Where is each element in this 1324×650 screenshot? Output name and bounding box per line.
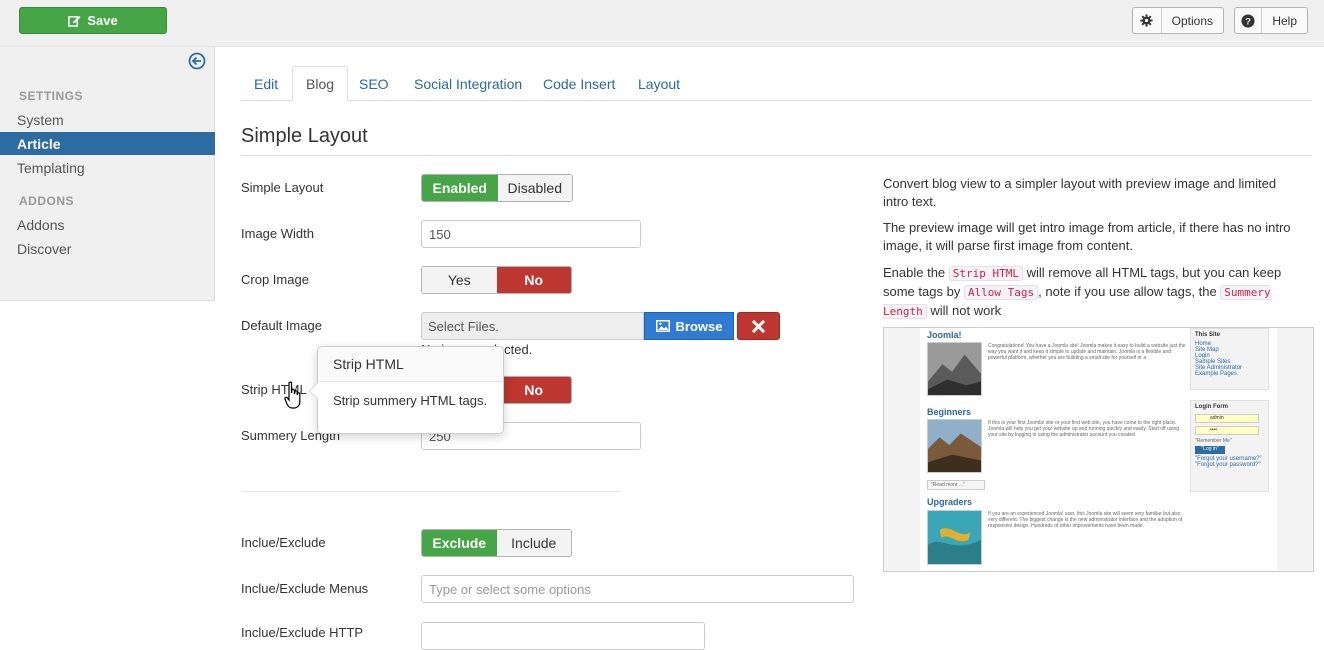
desc-text: , note if you use allow tags, the	[1038, 284, 1221, 299]
preview-username: admin	[1195, 414, 1259, 423]
tab-code-insert[interactable]: Code Insert	[530, 66, 628, 101]
default-image-label: Default Image	[241, 318, 322, 333]
preview-text-1: Congratulations! You have a Joomla site!…	[988, 343, 1186, 361]
tooltip-arrow-inner	[310, 383, 318, 399]
image-width-label: Image Width	[241, 226, 314, 241]
section-title: Simple Layout	[241, 125, 368, 147]
form-divider	[241, 491, 621, 492]
disabled-option[interactable]: Disabled	[497, 175, 572, 201]
preview-this-site-title: This Site	[1195, 332, 1221, 338]
help-label: Help	[1272, 13, 1297, 28]
include-exclude-http-label: Inclue/Exclude HTTP	[241, 625, 364, 640]
preview-remember: "Remember Me"	[1195, 438, 1232, 444]
yes-option[interactable]: Yes	[422, 267, 497, 293]
exclude-option[interactable]: Exclude	[422, 530, 497, 556]
preview-read-more: "Read more ..."	[927, 480, 985, 490]
edit-icon	[68, 15, 81, 27]
tab-edit[interactable]: Edit	[241, 66, 291, 101]
preview-photo-2	[927, 419, 982, 473]
clear-image-button[interactable]	[737, 312, 780, 340]
no-option[interactable]: No	[496, 267, 571, 293]
preview-heading-beginners: Beginners	[927, 407, 972, 417]
layout-preview-image: Joomla! Congratulations! You have a Joom…	[883, 327, 1314, 572]
include-exclude-label: Inclue/Exclude	[241, 535, 326, 550]
svg-text:?: ?	[1245, 16, 1251, 27]
tooltip-body: Strip summery HTML tags.	[333, 393, 488, 408]
no-option[interactable]: No	[496, 377, 571, 403]
preview-forgot-password: "Forgot your password?"	[1195, 462, 1261, 468]
sidebar-item-addons[interactable]: Addons	[0, 213, 215, 236]
preview-password: ••••	[1195, 426, 1259, 435]
section-divider	[241, 155, 1312, 156]
collapse-sidebar-icon[interactable]	[188, 52, 206, 70]
help-button[interactable]: ? Help	[1234, 7, 1308, 34]
preview-text-3: If you are an experienced Joomla! user, …	[988, 511, 1183, 529]
tab-layout[interactable]: Layout	[625, 66, 693, 101]
strip-html-tooltip: Strip HTML Strip summery HTML tags.	[309, 346, 504, 434]
description-paragraph-3: Enable the Strip HTML will remove all HT…	[883, 264, 1303, 321]
sidebar: SETTINGS System Article Templating ADDON…	[0, 47, 215, 301]
tab-seo[interactable]: SEO	[346, 66, 402, 101]
options-label: Options	[1171, 13, 1213, 28]
tooltip-title: Strip HTML	[318, 347, 503, 382]
desc-text: Enable the	[883, 265, 949, 280]
enabled-option[interactable]: Enabled	[422, 175, 498, 201]
sidebar-item-article[interactable]: Article	[0, 132, 215, 155]
preview-login-title: Login Form	[1195, 404, 1228, 410]
toolbar: Save Options ? Help	[0, 0, 1324, 47]
default-image-field[interactable]: Select Files.	[421, 312, 644, 340]
include-exclude-menus-select[interactable]: Type or select some options	[421, 575, 854, 603]
sidebar-item-templating[interactable]: Templating	[0, 156, 215, 179]
addons-heading: ADDONS	[19, 194, 75, 208]
tab-bar: Edit Blog SEO Social Integration Code In…	[241, 66, 1312, 102]
preview-login-box: Login Form admin •••• "Remember Me" "Log…	[1190, 400, 1269, 492]
preview-photo-3	[927, 510, 982, 565]
question-icon: ?	[1235, 8, 1263, 33]
preview-text-2: If this is your first Joomla! site or yo…	[988, 420, 1180, 438]
sidebar-item-system[interactable]: System	[0, 108, 215, 131]
browse-button[interactable]: Browse	[644, 312, 734, 340]
settings-heading: SETTINGS	[19, 89, 84, 103]
options-button[interactable]: Options	[1132, 7, 1224, 34]
include-exclude-toggle: Exclude Include	[421, 529, 572, 557]
browse-label: Browse	[675, 318, 723, 334]
preview-site-link: Example Pages	[1195, 371, 1238, 377]
tab-social-integration[interactable]: Social Integration	[401, 66, 535, 101]
save-label: Save	[87, 13, 118, 28]
code-strip-html: Strip HTML	[948, 266, 1024, 281]
preview-heading-upgraders: Upgraders	[927, 497, 973, 507]
preview-page: Joomla! Congratulations! You have a Joom…	[920, 328, 1277, 571]
description-paragraph-1: Convert blog view to a simpler layout wi…	[883, 176, 1277, 209]
preview-login-button: "Log in"	[1195, 446, 1225, 454]
hand-cursor-icon	[284, 381, 301, 409]
tab-blog[interactable]: Blog	[292, 66, 349, 102]
simple-layout-toggle: Enabled Disabled	[421, 174, 573, 202]
include-exclude-http-input[interactable]	[421, 622, 705, 650]
image-icon	[655, 320, 670, 332]
crop-image-toggle: Yes No	[421, 266, 572, 294]
desc-text: will not work	[926, 303, 1002, 318]
include-exclude-menus-label: Inclue/Exclude Menus	[241, 581, 369, 596]
preview-photo-1	[927, 342, 982, 396]
description-paragraph-2: The preview image will get intro image f…	[883, 220, 1291, 253]
sidebar-item-discover[interactable]: Discover	[0, 237, 215, 260]
preview-heading-joomla: Joomla!	[927, 330, 962, 340]
save-button[interactable]: Save	[19, 7, 167, 34]
gear-icon	[1133, 8, 1162, 33]
preview-this-site-box: This Site Home Site Map Login Sample Sit…	[1190, 328, 1269, 390]
simple-layout-label: Simple Layout	[241, 180, 324, 195]
image-width-input[interactable]: 150	[421, 220, 641, 248]
crop-image-label: Crop Image	[241, 272, 309, 287]
code-allow-tags: Allow Tags	[963, 285, 1039, 300]
close-icon	[752, 319, 765, 333]
include-option[interactable]: Include	[496, 530, 571, 556]
